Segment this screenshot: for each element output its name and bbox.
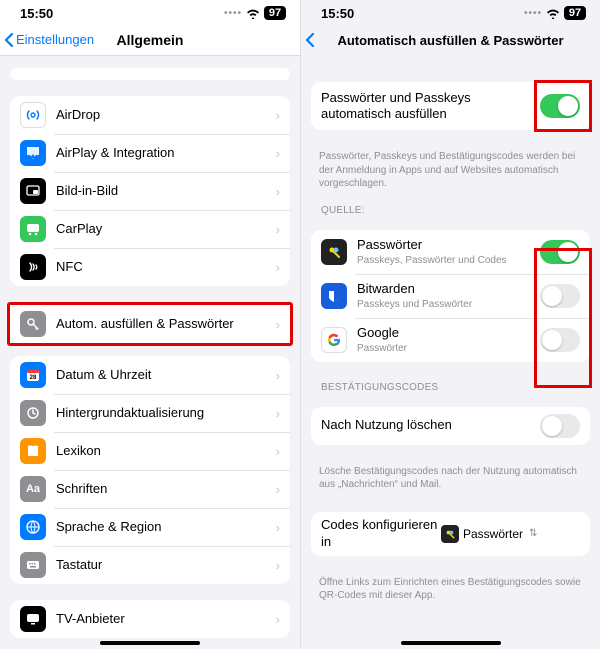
- row-source-bitwarden: Bitwarden Passkeys und Passwörter: [311, 274, 590, 318]
- autofill-settings-list[interactable]: Passwörter und Passkeys automatisch ausf…: [301, 56, 600, 649]
- autofill-toggle[interactable]: [540, 94, 580, 118]
- keyboard-icon: [20, 552, 46, 578]
- home-indicator[interactable]: [401, 641, 501, 645]
- group-tv: TV-Anbieter ›: [10, 600, 290, 638]
- row-carplay[interactable]: CarPlay ›: [10, 210, 290, 248]
- book-icon: [20, 438, 46, 464]
- nav-bar: Einstellungen Allgemein: [0, 24, 300, 56]
- carplay-icon: [20, 216, 46, 242]
- group-sources: Passwörter Passkeys, Passwörter und Code…: [311, 230, 590, 362]
- chevron-right-icon: ›: [276, 222, 280, 237]
- row-pip[interactable]: Bild-in-Bild ›: [10, 172, 290, 210]
- nav-title: Allgemein: [117, 32, 184, 48]
- row-airplay[interactable]: AirPlay & Integration ›: [10, 134, 290, 172]
- source-bitwarden-toggle[interactable]: [540, 284, 580, 308]
- google-icon: [321, 327, 347, 353]
- row-airdrop[interactable]: AirDrop ›: [10, 96, 290, 134]
- nfc-icon: [20, 254, 46, 280]
- chevron-right-icon: ›: [276, 260, 280, 275]
- cellular-icon: ••••: [524, 8, 542, 19]
- row-autofill-toggle: Passwörter und Passkeys automatisch ausf…: [311, 82, 590, 130]
- codes-header: BESTÄTIGUNGSCODES: [301, 378, 600, 397]
- chevron-right-icon: ›: [276, 406, 280, 421]
- key-icon: [20, 311, 46, 337]
- row-bgrefresh[interactable]: Hintergrundaktualisierung ›: [10, 394, 290, 432]
- row-source-google: Google Passwörter: [311, 318, 590, 362]
- globe-icon: [20, 514, 46, 540]
- svg-text:28: 28: [30, 375, 37, 381]
- delete-codes-footer: Lösche Bestätigungscodes nach der Nutzun…: [301, 461, 600, 502]
- status-time: 15:50: [20, 6, 53, 21]
- chevron-right-icon: ›: [276, 108, 280, 123]
- airdrop-icon: [20, 102, 46, 128]
- back-button[interactable]: Einstellungen: [4, 24, 94, 55]
- bitwarden-icon: [321, 283, 347, 309]
- passwords-app-icon: [441, 525, 459, 543]
- chevron-right-icon: ›: [276, 146, 280, 161]
- row-lexikon[interactable]: Lexikon ›: [10, 432, 290, 470]
- chevron-left-icon: [4, 32, 14, 48]
- settings-list[interactable]: AirDrop › AirPlay & Integration › Bild-i…: [0, 56, 300, 649]
- group-general-2: 28 Datum & Uhrzeit › Hintergrundaktualis…: [10, 356, 290, 584]
- status-bar: 15:50 •••• 97: [301, 0, 600, 24]
- delete-codes-toggle[interactable]: [540, 414, 580, 438]
- group-stub-top: [10, 68, 290, 80]
- group-main-toggle: Passwörter und Passkeys automatisch ausf…: [311, 82, 590, 130]
- sources-header: QUELLE:: [301, 201, 600, 220]
- updown-icon: ⇅: [529, 528, 537, 539]
- airplay-icon: [20, 140, 46, 166]
- nav-title: Automatisch ausfüllen & Passwörter: [337, 33, 563, 48]
- status-time: 15:50: [321, 6, 354, 21]
- row-source-passwords: Passwörter Passkeys, Passwörter und Code…: [311, 230, 590, 274]
- chevron-right-icon: ›: [276, 184, 280, 199]
- phone-right: 15:50 •••• 97 Automatisch ausfüllen & Pa…: [300, 0, 600, 649]
- wifi-icon: [546, 8, 560, 19]
- battery-icon: 97: [264, 6, 286, 20]
- row-datetime[interactable]: 28 Datum & Uhrzeit ›: [10, 356, 290, 394]
- status-right: •••• 97: [524, 6, 586, 20]
- source-google-toggle[interactable]: [540, 328, 580, 352]
- tv-icon: [20, 606, 46, 632]
- calendar-icon: 28: [20, 362, 46, 388]
- status-right: •••• 97: [224, 6, 286, 20]
- row-keyboard[interactable]: Tastatur ›: [10, 546, 290, 584]
- row-nfc[interactable]: NFC ›: [10, 248, 290, 286]
- row-tv-provider[interactable]: TV-Anbieter ›: [10, 600, 290, 638]
- passwords-app-icon: [321, 239, 347, 265]
- cellular-icon: ••••: [224, 8, 242, 19]
- row-delete-after-use: Nach Nutzung löschen: [311, 407, 590, 445]
- chevron-right-icon: ›: [276, 444, 280, 459]
- chevron-right-icon: ›: [276, 482, 280, 497]
- battery-icon: 97: [564, 6, 586, 20]
- fonts-icon: Aa: [20, 476, 46, 502]
- configure-codes-footer: Öffne Links zum Einrichten eines Bestäti…: [301, 572, 600, 613]
- group-autofill-highlighted: Autom. ausfüllen & Passwörter ›: [7, 302, 293, 346]
- phone-left: 15:50 •••• 97 Einstellungen Allgemein Ai…: [0, 0, 300, 649]
- group-delete-codes: Nach Nutzung löschen: [311, 407, 590, 445]
- back-button[interactable]: [305, 24, 317, 56]
- status-bar: 15:50 •••• 97: [0, 0, 300, 24]
- row-fonts[interactable]: Aa Schriften ›: [10, 470, 290, 508]
- chevron-right-icon: ›: [276, 612, 280, 627]
- home-indicator[interactable]: [100, 641, 200, 645]
- main-toggle-footer: Passwörter, Passkeys und Bestätigungscod…: [301, 146, 600, 201]
- configure-codes-selector[interactable]: Passwörter ⇅: [441, 525, 537, 543]
- group-configure-codes: Codes konfigurieren in Passwörter ⇅: [311, 512, 590, 556]
- wifi-icon: [246, 8, 260, 19]
- row-configure-codes[interactable]: Codes konfigurieren in Passwörter ⇅: [311, 512, 590, 556]
- row-language[interactable]: Sprache & Region ›: [10, 508, 290, 546]
- nav-bar: Automatisch ausfüllen & Passwörter: [301, 24, 600, 56]
- group-general-1: AirDrop › AirPlay & Integration › Bild-i…: [10, 96, 290, 286]
- chevron-right-icon: ›: [276, 558, 280, 573]
- chevron-right-icon: ›: [276, 317, 280, 332]
- chevron-right-icon: ›: [276, 520, 280, 535]
- refresh-icon: [20, 400, 46, 426]
- pip-icon: [20, 178, 46, 204]
- row-autofill-passwords[interactable]: Autom. ausfüllen & Passwörter ›: [10, 305, 290, 343]
- source-passwords-toggle[interactable]: [540, 240, 580, 264]
- chevron-left-icon: [305, 32, 315, 48]
- chevron-right-icon: ›: [276, 368, 280, 383]
